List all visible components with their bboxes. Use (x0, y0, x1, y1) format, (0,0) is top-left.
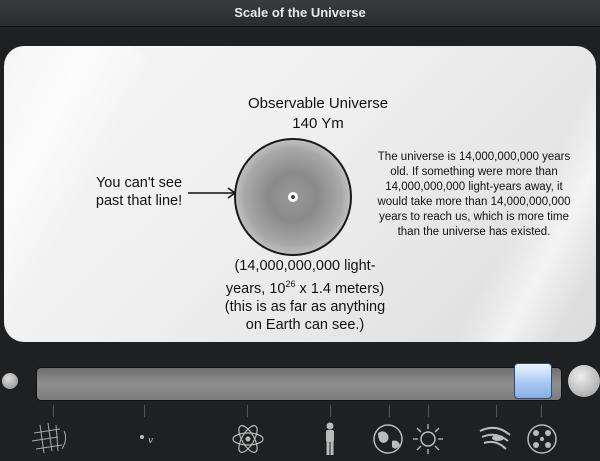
scale-tick (53, 405, 54, 417)
scale-tick (541, 405, 542, 417)
description-line: The universe is 14,000,000,000 years (377, 151, 571, 163)
object-display-panel: Observable Universe 140 Ym You can't see… (4, 46, 596, 342)
title-bar: Scale of the Universe (0, 0, 600, 27)
scale-tick (247, 405, 248, 417)
description-line: than the universe has existed. (397, 226, 551, 238)
scale-tick (144, 405, 145, 417)
particle-icon[interactable]: v (130, 421, 170, 457)
callout-line: You can't see (95, 175, 183, 191)
observable-universe-sphere[interactable] (234, 138, 352, 256)
callout-line: past that line! (95, 193, 183, 209)
object-size: 140 Ym (292, 115, 344, 132)
scale-tick (389, 405, 390, 417)
edge-callout: You can't see past that line! (84, 174, 194, 210)
distance-line: on Earth can see.) (245, 316, 365, 333)
svg-text:v: v (148, 436, 153, 446)
galaxy-icon[interactable] (476, 421, 516, 457)
earth-position-dot (288, 192, 298, 202)
scale-tick (496, 405, 497, 417)
object-description: The universe is 14,000,000,000 years old… (366, 150, 582, 240)
object-name: Observable Universe (247, 95, 389, 112)
distance-line: years, 1026 x 1.4 meters) (225, 279, 385, 297)
universe-icon[interactable] (522, 421, 562, 457)
atom-icon[interactable] (228, 421, 268, 457)
earth-icon[interactable] (368, 421, 408, 457)
zoom-in-button[interactable] (568, 365, 600, 397)
zoom-out-button[interactable] (2, 373, 18, 389)
distance-line: (14,000,000,000 light- (234, 258, 376, 274)
scale-tick (330, 405, 331, 417)
zoom-controls: v (0, 355, 600, 461)
quantum-foam-icon[interactable] (30, 421, 70, 457)
human-icon[interactable] (310, 421, 350, 457)
description-line: years to reach us, which is more time (379, 211, 569, 223)
description-line: 14,000,000,000 light-years away, it (385, 181, 563, 193)
scale-tick (428, 405, 429, 417)
description-line: old. If something were more than (390, 166, 558, 178)
description-line: would take more than 14,000,000,000 (377, 196, 571, 208)
scale-slider-thumb[interactable] (514, 363, 552, 399)
distance-note: (14,000,000,000 light- years, 1026 x 1.4… (200, 257, 410, 334)
sun-icon[interactable] (408, 421, 448, 457)
window-title: Scale of the Universe (234, 5, 366, 20)
distance-line: (this is as far as anything (224, 298, 386, 315)
right-arrow-icon (188, 187, 237, 199)
scale-slider-track[interactable] (36, 367, 562, 401)
